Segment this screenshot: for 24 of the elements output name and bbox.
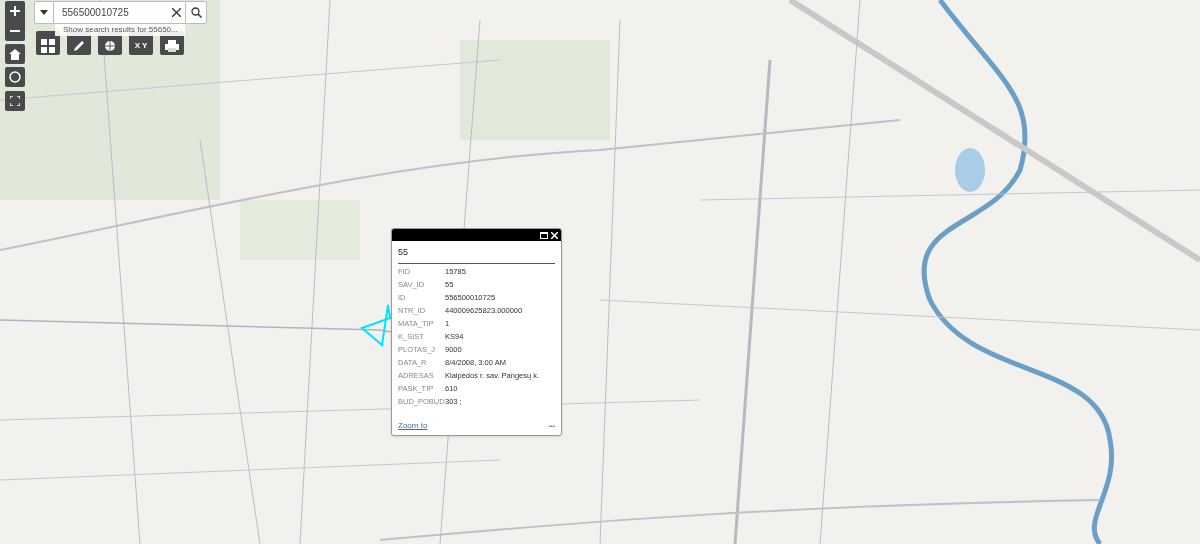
pencil-icon: [73, 40, 85, 52]
close-icon: [171, 8, 181, 17]
circle-icon: [9, 71, 21, 83]
search-suggestion[interactable]: Show search results for 55650...: [55, 24, 185, 36]
fullscreen-icon: [10, 96, 20, 106]
search-button[interactable]: [185, 1, 207, 24]
clear-button[interactable]: [167, 1, 185, 24]
printer-icon: [165, 40, 179, 52]
close-icon[interactable]: [551, 231, 558, 239]
home-icon: [9, 48, 21, 60]
globe-icon: [104, 40, 116, 52]
grid-button[interactable]: [36, 31, 60, 55]
home-button[interactable]: [5, 44, 25, 64]
search-field[interactable]: 556500010725: [54, 1, 167, 24]
locate-button[interactable]: [5, 67, 25, 87]
popup-title: 55: [398, 241, 555, 264]
plus-icon: [10, 6, 20, 16]
zoom-to-link[interactable]: Zoom to: [398, 420, 428, 432]
maximize-icon[interactable]: [540, 231, 548, 239]
search-icon: [190, 7, 202, 18]
dropdown-button[interactable]: [34, 1, 54, 24]
grid-icon: [41, 39, 55, 53]
caret-icon: [40, 10, 48, 15]
fullscreen-button[interactable]: [5, 91, 25, 111]
